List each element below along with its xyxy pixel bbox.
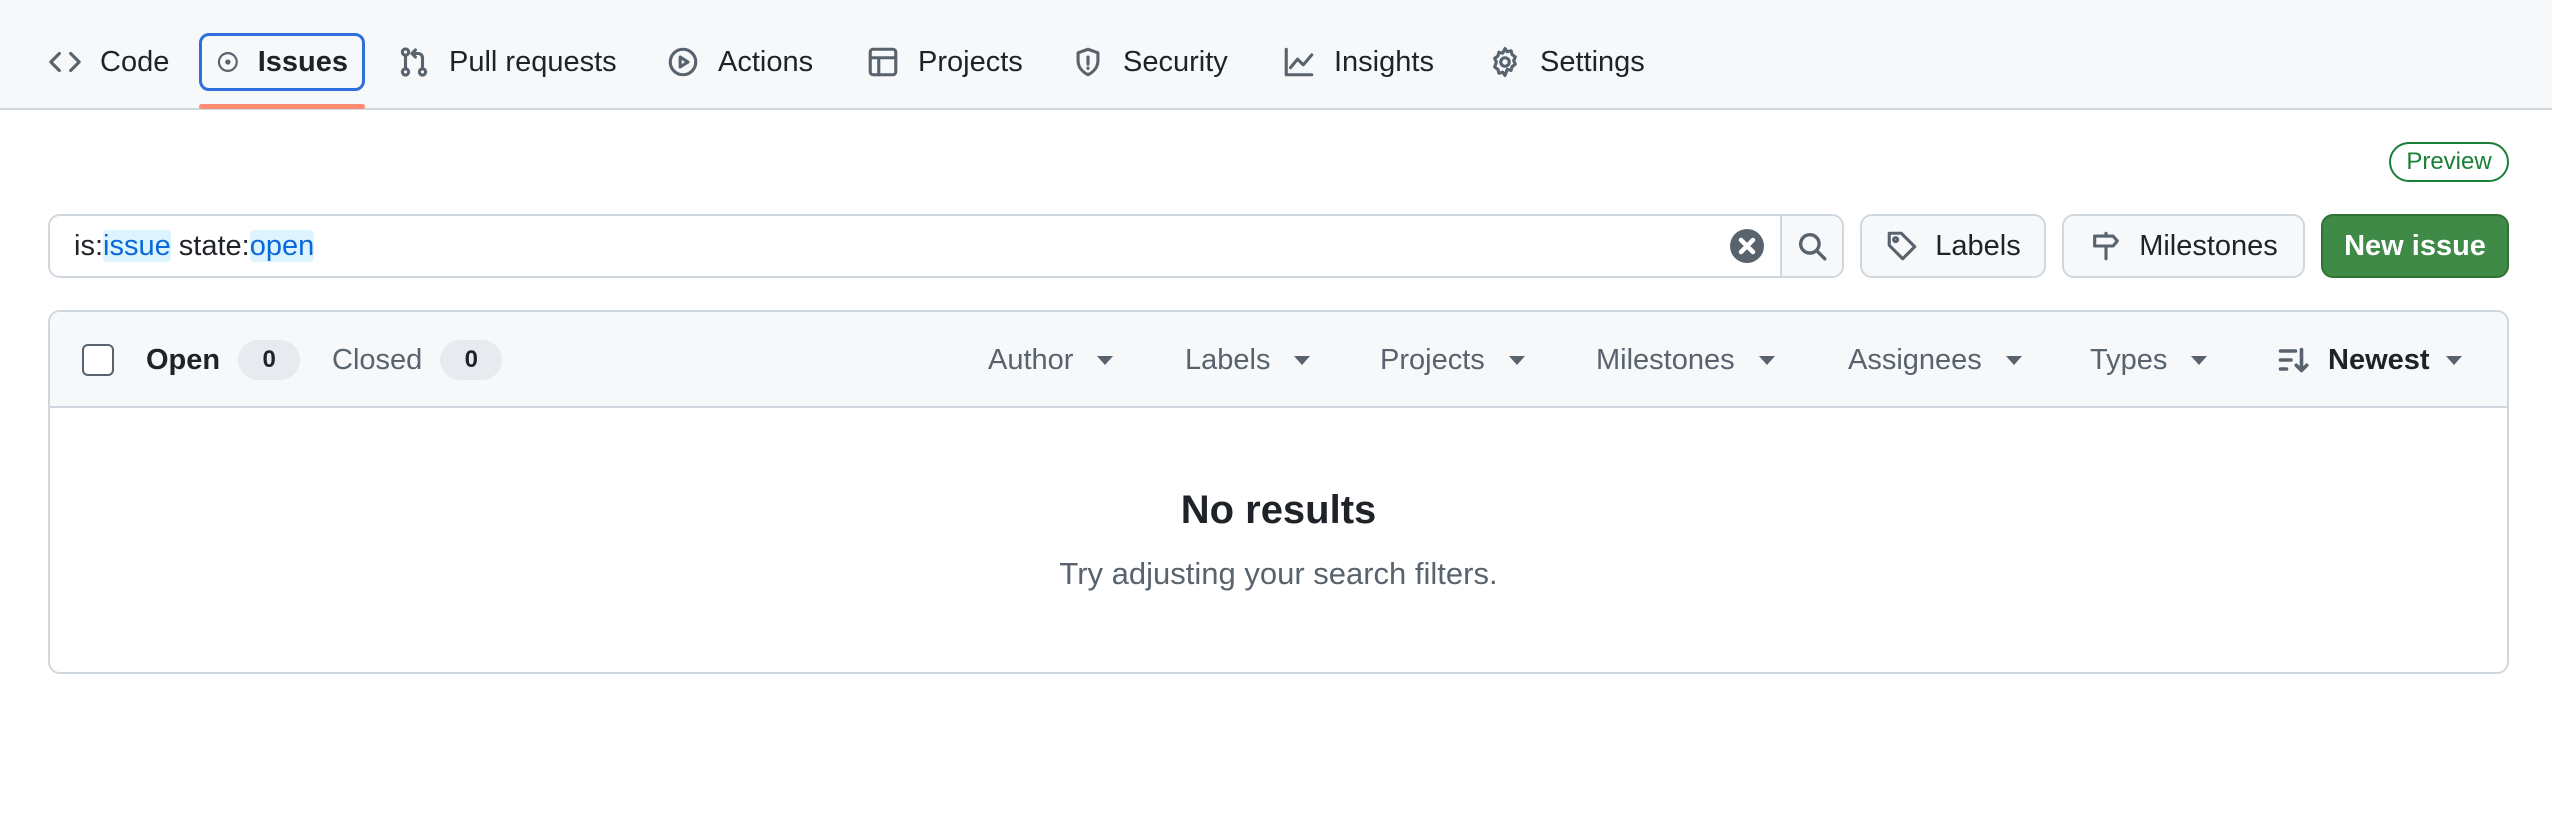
query-qualifier-state: state: <box>170 229 250 262</box>
issues-list-header: Open 0 Closed 0 Author Labels Projects M… <box>50 312 2507 408</box>
types-filter[interactable]: Types <box>2090 338 2208 382</box>
milestones-filter[interactable]: Milestones <box>1596 338 1775 382</box>
author-filter[interactable]: Author <box>988 338 1114 382</box>
tab-settings[interactable]: Settings <box>1474 33 1659 91</box>
milestone-icon <box>2093 231 2120 261</box>
gear-icon <box>1493 46 1517 78</box>
clear-search-button[interactable] <box>1730 229 1764 263</box>
closed-label: Closed <box>332 343 423 376</box>
open-issues-toggle[interactable]: Open 0 <box>146 338 301 382</box>
tab-code-label: Code <box>100 45 170 78</box>
milestones-filter-label: Milestones <box>1596 343 1735 376</box>
milestones-button-label: Milestones <box>2139 229 2278 262</box>
preview-badge: Preview <box>2389 142 2509 182</box>
selected-tab-underline <box>199 104 365 109</box>
projects-filter[interactable]: Projects <box>1380 338 1525 382</box>
search-button[interactable] <box>1780 216 1842 276</box>
issue-search-input[interactable]: is:issue state:open <box>48 214 1844 278</box>
empty-state-title: No results <box>1180 488 1377 532</box>
labels-filter[interactable]: Labels <box>1185 338 1311 382</box>
tag-icon <box>1887 231 1917 261</box>
play-icon <box>668 47 698 77</box>
empty-state-description: Try adjusting your search filters. <box>1059 556 1498 591</box>
projects-filter-label: Projects <box>1380 343 1485 376</box>
labels-button[interactable]: Labels <box>1860 214 2046 278</box>
tab-projects-label: Projects <box>918 45 1023 78</box>
labels-button-label: Labels <box>1935 229 2021 262</box>
code-icon <box>49 51 81 73</box>
closed-issues-toggle[interactable]: Closed 0 <box>332 338 503 382</box>
chevron-down-icon <box>2445 355 2462 365</box>
repo-nav: Code Issues Pull requests Actions Projec… <box>0 0 2552 110</box>
tab-actions-label: Actions <box>718 45 814 78</box>
tab-insights[interactable]: Insights <box>1268 33 1448 91</box>
empty-state: No results Try adjusting your search fil… <box>50 408 2507 672</box>
tab-insights-label: Insights <box>1334 45 1434 78</box>
closed-count-badge: 0 <box>440 340 503 380</box>
open-label: Open <box>146 343 221 376</box>
author-filter-label: Author <box>988 343 1074 376</box>
issue-opened-icon <box>217 52 238 72</box>
assignees-filter[interactable]: Assignees <box>1848 338 2022 382</box>
tab-security-label: Security <box>1123 45 1228 78</box>
tab-security[interactable]: Security <box>1057 33 1242 91</box>
sort-label: Newest <box>2328 343 2430 376</box>
assignees-filter-label: Assignees <box>1848 343 1982 376</box>
chevron-down-icon <box>2191 355 2208 365</box>
query-value-open: open <box>249 229 315 262</box>
labels-filter-label: Labels <box>1185 343 1271 376</box>
chevron-down-icon <box>2005 355 2022 365</box>
tab-pull-requests-label: Pull requests <box>449 45 617 78</box>
search-icon <box>1798 232 1827 261</box>
milestones-button[interactable]: Milestones <box>2062 214 2305 278</box>
chevron-down-icon <box>1758 355 1775 365</box>
search-query-text[interactable]: is:issue state:open <box>50 229 1730 263</box>
chevron-down-icon <box>1294 355 1311 365</box>
close-icon <box>1738 237 1756 255</box>
graph-icon <box>1284 47 1314 77</box>
shield-icon <box>1076 47 1100 77</box>
new-issue-button[interactable]: New issue <box>2321 214 2509 278</box>
tab-actions[interactable]: Actions <box>652 33 827 91</box>
select-all-checkbox[interactable] <box>82 344 114 376</box>
tab-issues-label: Issues <box>257 45 348 78</box>
types-filter-label: Types <box>2090 343 2168 376</box>
tab-code[interactable]: Code <box>34 33 183 91</box>
query-qualifier-is: is: <box>74 229 103 262</box>
chevron-down-icon <box>1097 355 1114 365</box>
tab-issues[interactable]: Issues <box>199 33 365 91</box>
open-count-badge: 0 <box>238 340 301 380</box>
sort-desc-icon <box>2278 347 2309 373</box>
query-value-issue: issue <box>103 229 171 262</box>
git-pull-request-icon <box>400 47 428 77</box>
chevron-down-icon <box>1508 355 1525 365</box>
table-icon <box>868 47 898 77</box>
issues-list: Open 0 Closed 0 Author Labels Projects M… <box>48 310 2509 674</box>
sort-menu[interactable]: Newest <box>2276 338 2462 382</box>
tab-settings-label: Settings <box>1540 45 1645 78</box>
tab-pull-requests[interactable]: Pull requests <box>383 33 631 91</box>
tab-projects[interactable]: Projects <box>852 33 1037 91</box>
